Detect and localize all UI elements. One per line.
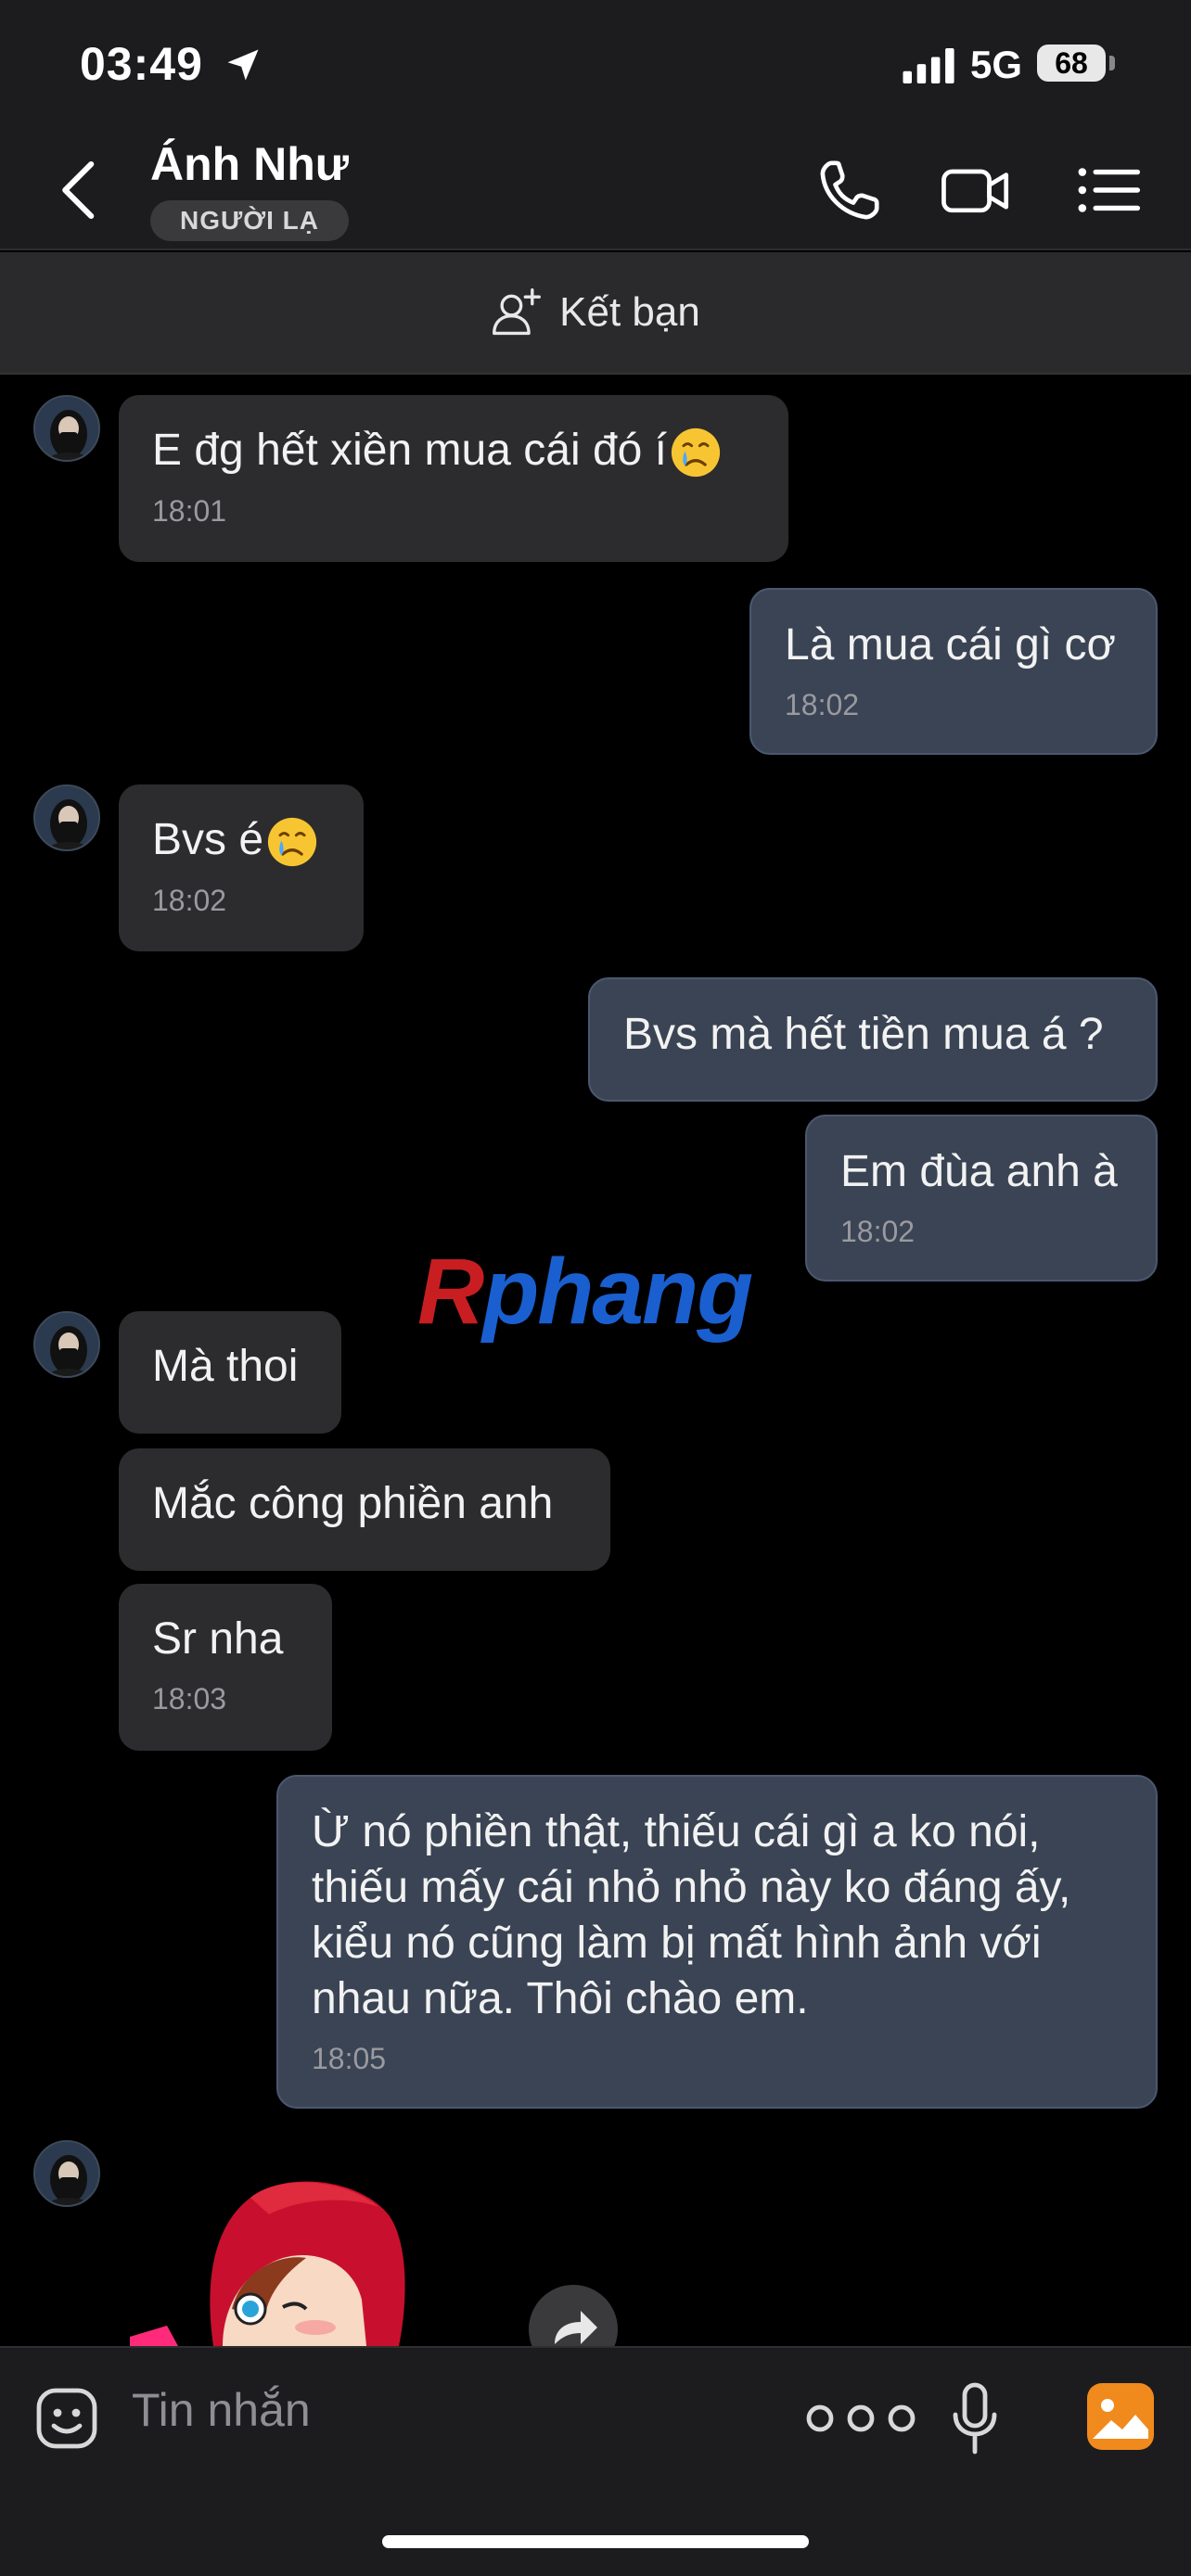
battery-indicator: 68 — [1037, 45, 1106, 82]
sticker-image[interactable] — [130, 2170, 482, 2346]
watermark-first-letter: R — [417, 1240, 484, 1344]
avatar-image — [35, 786, 98, 849]
message-incoming[interactable]: Mắc công phiền anh — [119, 1448, 610, 1571]
video-icon[interactable] — [939, 158, 1013, 223]
network-type: 5G — [970, 43, 1023, 86]
add-friend-button[interactable]: Kết bạn — [491, 287, 700, 338]
menu-icon[interactable] — [1072, 158, 1146, 223]
message-text: Mà thoi — [152, 1342, 299, 1391]
watermark-rest: phang — [482, 1240, 753, 1344]
avatar-image — [35, 2142, 98, 2205]
more-icon[interactable] — [801, 2400, 922, 2437]
message-time: 18:01 — [152, 494, 227, 529]
signal-icon — [903, 48, 954, 83]
message-incoming[interactable]: Mà thoi — [119, 1311, 341, 1434]
message-text: Sr nha — [152, 1614, 284, 1664]
stranger-badge: NGƯỜI LẠ — [150, 200, 349, 241]
message-text: E đg hết xiền mua cái đó í — [152, 426, 667, 475]
add-friend-bar[interactable]: Kết bạn — [0, 252, 1191, 375]
message-time: 18:02 — [152, 884, 227, 918]
sticker-icon[interactable] — [33, 2385, 100, 2452]
message-text: Bvs é — [152, 815, 264, 864]
image-icon[interactable] — [1085, 2381, 1156, 2452]
microphone-icon[interactable] — [952, 2381, 998, 2455]
message-outgoing[interactable]: Là mua cái gì cơ 18:02 — [749, 588, 1158, 755]
status-time: 03:49 — [80, 38, 203, 90]
battery-cap — [1109, 56, 1115, 70]
message-line: thiếu mấy cái nhỏ nhỏ này ko đáng ấy, — [312, 1863, 1071, 1912]
message-outgoing[interactable]: Bvs mà hết tiền mua á ? — [588, 977, 1158, 1102]
crying-face-icon — [671, 428, 721, 478]
contact-name[interactable]: Ánh Như — [150, 137, 349, 191]
watermark-logo: Rphang — [417, 1239, 753, 1345]
location-arrow-icon — [227, 49, 259, 81]
status-bar: 03:49 5G 68 — [0, 0, 1191, 130]
contact-avatar[interactable] — [33, 784, 100, 851]
contact-avatar[interactable] — [33, 395, 100, 462]
home-indicator[interactable] — [382, 2535, 809, 2548]
chat-header: Ánh Như NGƯỜI LẠ — [0, 130, 1191, 250]
avatar-image — [35, 1313, 98, 1376]
avatar-image — [35, 397, 98, 460]
message-text: Là mua cái gì cơ — [785, 620, 1116, 670]
message-outgoing[interactable]: Em đùa anh à 18:02 — [805, 1115, 1158, 1282]
add-friend-label: Kết bạn — [559, 289, 700, 335]
message-time: 18:02 — [785, 688, 860, 721]
phone-icon[interactable] — [814, 158, 889, 223]
message-text: Em đùa anh à — [840, 1147, 1118, 1196]
message-time: 18:02 — [840, 1215, 916, 1248]
chat-screen: 03:49 5G 68 Ánh Như NGƯỜI LẠ Kết bạn E đ… — [0, 0, 1191, 2576]
message-text: Mắc công phiền anh — [152, 1479, 554, 1528]
back-icon[interactable] — [52, 158, 108, 223]
add-friend-icon — [493, 288, 542, 336]
contact-avatar[interactable] — [33, 1311, 100, 1378]
message-input[interactable]: Tin nhắn — [132, 2383, 311, 2437]
message-incoming[interactable]: E đg hết xiền mua cái đó í 18:01 — [119, 395, 788, 562]
message-incoming[interactable]: Sr nha 18:03 — [119, 1584, 332, 1751]
contact-avatar[interactable] — [33, 2140, 100, 2207]
message-outgoing[interactable]: Ừ nó phiền thật, thiếu cái gì a ko nói, … — [276, 1775, 1158, 2109]
message-incoming[interactable]: Bvs é 18:02 — [119, 784, 364, 951]
message-line: Ừ nó phiền thật, thiếu cái gì a ko nói, — [312, 1807, 1041, 1856]
message-time: 18:05 — [312, 2042, 387, 2075]
message-text: Bvs mà hết tiền mua á ? — [623, 1010, 1104, 1059]
message-line: nhau nữa. Thôi chào em. — [312, 1974, 809, 2023]
message-line: kiểu nó cũng làm bị mất hình ảnh với — [312, 1919, 1042, 1968]
crying-face-icon — [267, 818, 317, 867]
message-time: 18:03 — [152, 1682, 227, 1715]
